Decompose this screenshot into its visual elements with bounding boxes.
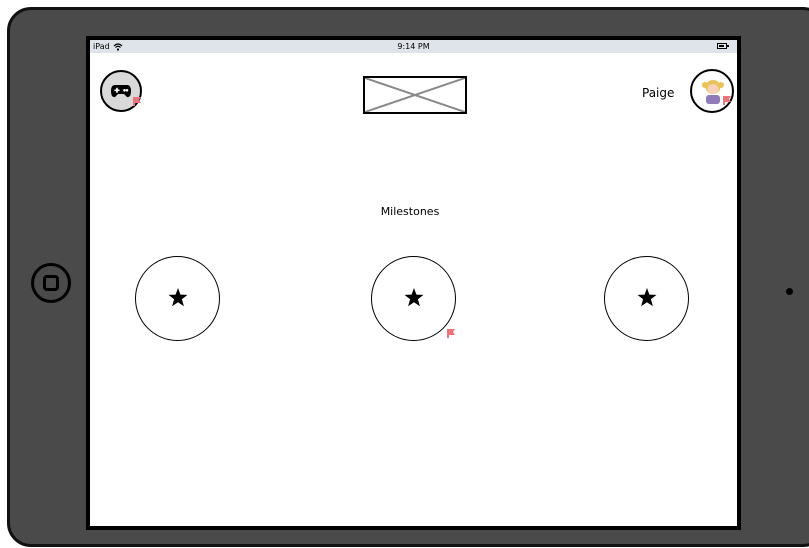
user-name-label[interactable]: Paige bbox=[642, 86, 674, 100]
user-avatar[interactable] bbox=[690, 69, 734, 113]
logo-image-placeholder bbox=[363, 76, 467, 114]
milestone-1[interactable] bbox=[135, 256, 220, 341]
milestones-title: Milestones bbox=[380, 205, 440, 218]
milestone-3[interactable] bbox=[604, 256, 689, 341]
flag-marker-icon bbox=[133, 97, 141, 106]
avatar-girl-icon bbox=[702, 80, 724, 104]
flag-marker-icon bbox=[723, 96, 731, 105]
home-button[interactable] bbox=[31, 263, 71, 303]
status-time: 9:14 PM bbox=[397, 42, 430, 51]
game-controller-icon bbox=[111, 85, 131, 98]
image-placeholder-icon bbox=[364, 77, 466, 113]
star-icon bbox=[404, 288, 424, 307]
milestone-2[interactable] bbox=[371, 256, 456, 341]
star-icon bbox=[168, 288, 188, 307]
flag-marker-icon bbox=[447, 329, 455, 338]
battery-icon bbox=[717, 43, 729, 49]
camera-dot bbox=[786, 288, 793, 295]
ipad-screen: iPad 9:14 PM Paige Milestones bbox=[86, 36, 741, 530]
status-bar: iPad 9:14 PM bbox=[90, 40, 737, 53]
star-icon bbox=[637, 288, 657, 307]
